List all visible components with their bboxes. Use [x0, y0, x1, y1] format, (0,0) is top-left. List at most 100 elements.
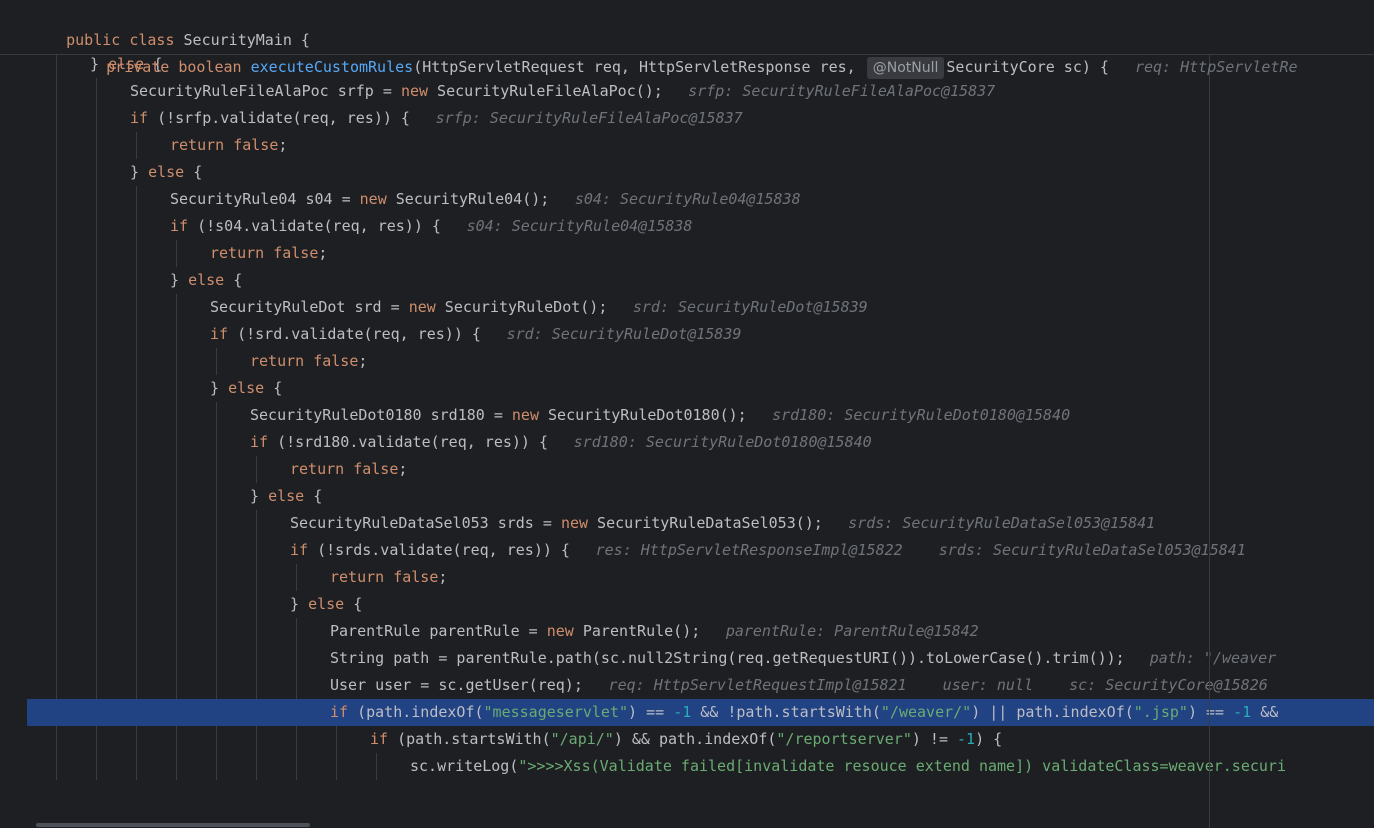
code-token: sc.writeLog(	[410, 757, 519, 775]
code-token: "/weaver/"	[880, 703, 972, 721]
code-token: SecurityRuleFileAlaPoc srfp =	[130, 82, 401, 100]
code-token: ">>>>Xss(Validate failed[invalidate reso…	[518, 757, 1286, 775]
code-token: -1	[673, 703, 692, 721]
horizontal-scrollbar[interactable]	[36, 823, 310, 827]
debug-inline-value: srds: SecurityRuleDataSel053@15841	[848, 514, 1156, 532]
code-token: ) || path.indexOf(	[971, 703, 1134, 721]
code-token: return false	[250, 352, 359, 370]
code-line[interactable]: SecurityRuleDot0180 srd180 = new Securit…	[0, 402, 1374, 429]
code-line[interactable]: return false;	[0, 456, 1374, 483]
code-token: (!srfp.validate(req, res)) {	[148, 109, 410, 127]
debug-inline-value: res: HttpServletResponseImpl@15822 srds:…	[595, 541, 1246, 559]
method-params-tail: SecurityCore sc) {	[946, 58, 1109, 76]
code-token: ;	[358, 352, 368, 370]
code-token: else	[308, 595, 345, 613]
code-text: if (!srd180.validate(req, res)) {	[250, 429, 548, 456]
code-line[interactable]: String path = parentRule.path(sc.null2St…	[0, 645, 1374, 672]
sticky-scroll-header: public class SecurityMain { private bool…	[0, 0, 1374, 79]
code-text: SecurityRuleDot srd = new SecurityRuleDo…	[210, 294, 607, 321]
code-token: }	[250, 487, 269, 505]
sticky-method-declaration[interactable]: private boolean executeCustomRules(HttpS…	[70, 27, 1374, 79]
code-text: return false;	[290, 456, 407, 483]
code-token: ) && path.indexOf(	[613, 730, 777, 748]
code-token: if	[170, 217, 189, 235]
debug-inline-value: srfp: SecurityRuleFileAlaPoc@15837	[688, 82, 996, 100]
method-name: executeCustomRules	[250, 58, 414, 76]
debug-inline-value: req: HttpServletRequestImpl@15821 user: …	[608, 676, 1268, 694]
code-token: ParentRule parentRule =	[330, 622, 547, 640]
code-token: SecurityRuleDot0180 srd180 =	[250, 406, 512, 424]
code-line[interactable]: sc.writeLog(">>>>Xss(Validate failed[inv…	[0, 753, 1374, 780]
code-line[interactable]: } else {	[0, 483, 1374, 510]
code-token: ;	[318, 244, 328, 262]
sticky-class-declaration[interactable]: public class SecurityMain {	[30, 0, 310, 49]
code-line[interactable]: User user = sc.getUser(req); req: HttpSer…	[0, 672, 1374, 699]
code-line[interactable]: SecurityRuleDot srd = new SecurityRuleDo…	[0, 294, 1374, 321]
code-token: if	[130, 109, 149, 127]
code-line[interactable]: return false;	[0, 348, 1374, 375]
current-execution-line[interactable]: if (path.indexOf("messageservlet") == -1…	[0, 699, 1374, 726]
code-line[interactable]: } else {	[0, 267, 1374, 294]
code-token: ParentRule();	[573, 622, 701, 640]
debug-inline-value: srd180: SecurityRuleDot0180@15840	[573, 433, 872, 451]
code-line[interactable]: SecurityRule04 s04 = new SecurityRule04(…	[0, 186, 1374, 213]
code-token: ) ==	[1187, 703, 1234, 721]
code-token: new	[511, 406, 539, 424]
code-token: "/api/"	[550, 730, 614, 748]
code-text: return false;	[250, 348, 367, 375]
code-editor[interactable]: if (!sc.enableFirewall()) {return true;}…	[0, 0, 1374, 828]
code-token: ;	[398, 460, 408, 478]
code-token: if	[290, 541, 309, 559]
code-token: (!s04.validate(req, res)) {	[188, 217, 441, 235]
code-line[interactable]: if (!srds.validate(req, res)) { res: Http…	[0, 537, 1374, 564]
code-line[interactable]: return false;	[0, 564, 1374, 591]
code-text: return false;	[170, 132, 287, 159]
code-line[interactable]: return false;	[0, 240, 1374, 267]
code-line[interactable]: } else {	[0, 591, 1374, 618]
code-token: }	[130, 163, 149, 181]
debug-inline-value: path: "/weaver	[1149, 649, 1277, 667]
code-token: {	[344, 595, 363, 613]
debug-inline-hint: req: HttpServletRe	[1134, 58, 1298, 76]
code-text: if (path.startsWith("/api/") && path.ind…	[370, 726, 1002, 753]
debug-inline-value: srd: SecurityRuleDot@15839	[632, 298, 868, 316]
code-token: ".jsp"	[1133, 703, 1188, 721]
code-token: -1	[1233, 703, 1252, 721]
right-margin-guide	[1209, 54, 1210, 828]
code-token: (!srd180.validate(req, res)) {	[268, 433, 549, 451]
code-token: return false	[290, 460, 399, 478]
code-token: -1	[957, 730, 976, 748]
method-modifiers: private boolean	[106, 58, 251, 76]
code-line[interactable]: if (!s04.validate(req, res)) {s04: Secur…	[0, 213, 1374, 240]
code-token: }	[210, 379, 229, 397]
code-token: else	[268, 487, 305, 505]
code-token: SecurityRuleDot();	[435, 298, 608, 316]
code-token: (!srds.validate(req, res)) {	[308, 541, 570, 559]
code-line[interactable]: if (!srd.validate(req, res)) {srd: Secur…	[0, 321, 1374, 348]
code-text: SecurityRule04 s04 = new SecurityRule04(…	[170, 186, 549, 213]
debug-inline-value: srfp: SecurityRuleFileAlaPoc@15837	[435, 109, 743, 127]
code-text: } else {	[290, 591, 362, 618]
code-line[interactable]: } else {	[0, 159, 1374, 186]
code-line[interactable]: ParentRule parentRule = new ParentRule()…	[0, 618, 1374, 645]
code-line[interactable]: SecurityRuleDataSel053 srds = new Securi…	[0, 510, 1374, 537]
code-line[interactable]: return false;	[0, 132, 1374, 159]
code-token: }	[290, 595, 309, 613]
code-text: if (!srfp.validate(req, res)) {	[130, 105, 410, 132]
method-params: (HttpServletRequest req, HttpServletResp…	[413, 58, 865, 76]
code-text: if (!srds.validate(req, res)) {	[290, 537, 570, 564]
code-line[interactable]: SecurityRuleFileAlaPoc srfp = new Securi…	[0, 78, 1374, 105]
code-token: if	[250, 433, 269, 451]
code-text: if (!srd.validate(req, res)) {	[210, 321, 481, 348]
code-token: && !path.startsWith(	[691, 703, 881, 721]
code-line[interactable]: if (!srfp.validate(req, res)) { srfp: Sec…	[0, 105, 1374, 132]
debug-inline-value: parentRule: ParentRule@15842	[725, 622, 979, 640]
code-line[interactable]: if (path.startsWith("/api/") && path.ind…	[0, 726, 1374, 753]
code-token: if	[370, 730, 389, 748]
code-token: "/reportserver"	[776, 730, 912, 748]
code-text: } else {	[130, 159, 202, 186]
code-line[interactable]: if (!srd180.validate(req, res)) { srd180:…	[0, 429, 1374, 456]
code-line[interactable]: } else {	[0, 375, 1374, 402]
code-token: &&	[1251, 703, 1279, 721]
code-text: ParentRule parentRule = new ParentRule()…	[330, 618, 700, 645]
